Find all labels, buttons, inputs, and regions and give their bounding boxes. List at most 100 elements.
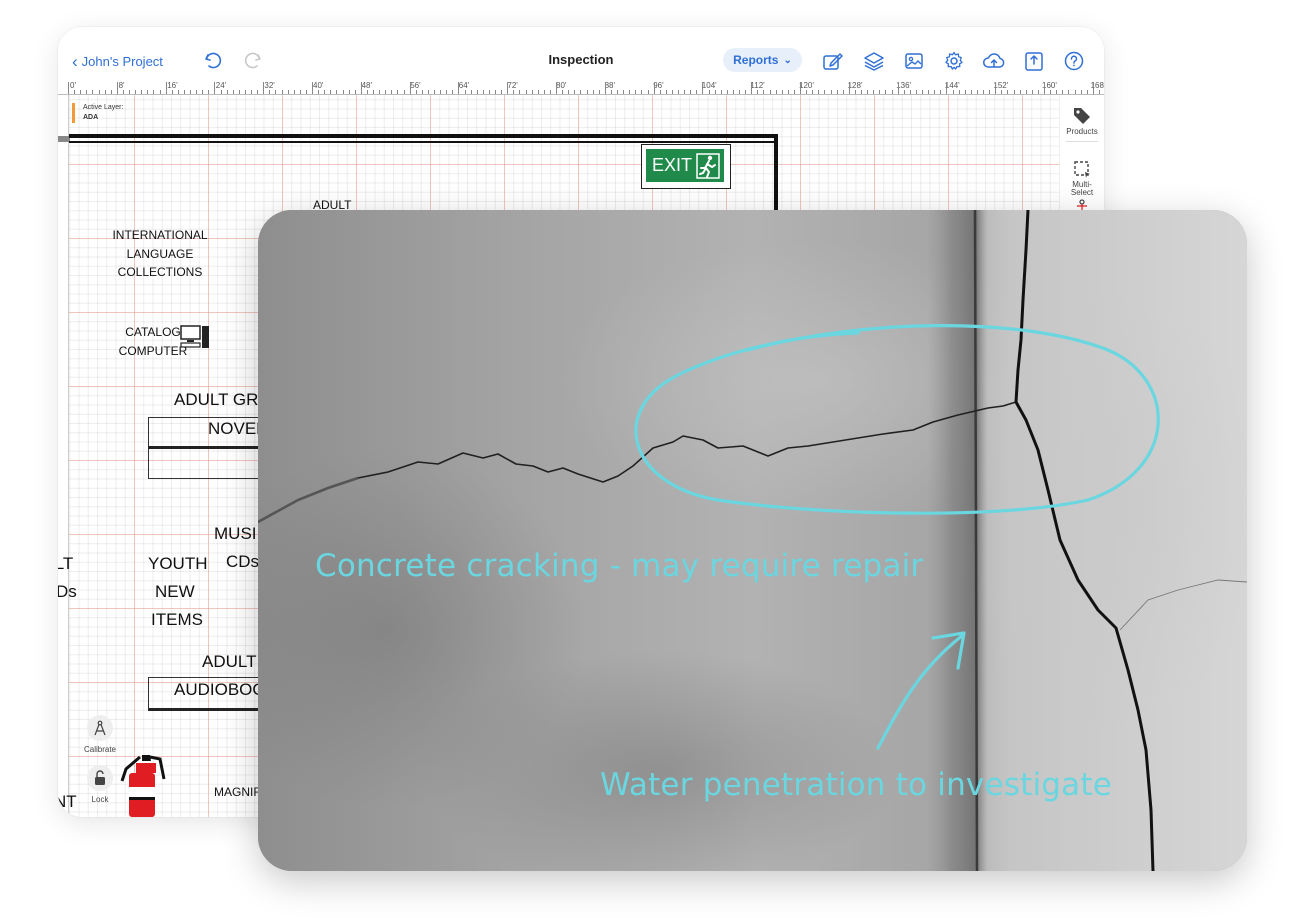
ruler-tick — [202, 90, 204, 94]
ruler-tick — [556, 82, 557, 94]
plan-label-audiobook[interactable]: AUDIOBOO — [174, 677, 266, 703]
annotation-concrete-cracking[interactable]: Concrete cracking - may require repair — [315, 548, 923, 584]
ruler-tick — [775, 90, 777, 94]
gear-icon[interactable] — [942, 49, 966, 73]
cloud-upload-icon[interactable] — [982, 49, 1006, 73]
lock-tool[interactable]: Lock — [82, 765, 118, 804]
plan-label-adult-mid[interactable]: ADULT — [202, 649, 256, 675]
plan-label-novel[interactable]: NOVEL — [208, 416, 266, 442]
ruler-tick — [165, 82, 167, 94]
ruler-tick — [592, 90, 594, 94]
plan-label-adult-graphic[interactable]: ADULT GRA — [174, 387, 270, 413]
plan-label-language-collections[interactable]: LANGUAGE COLLECTIONS — [88, 245, 232, 281]
layers-icon[interactable] — [862, 49, 886, 73]
ruler-tick — [842, 90, 844, 94]
calibrate-tool[interactable]: Calibrate — [82, 715, 118, 754]
share-icon[interactable] — [1022, 49, 1046, 73]
ruler-tick — [366, 90, 368, 94]
wall-top-inner — [69, 141, 774, 143]
plan-label-catalog[interactable]: CATALOG — [118, 323, 188, 341]
ruler-tick — [129, 90, 130, 94]
wall-right — [774, 134, 778, 214]
ruler-tick — [830, 90, 832, 94]
ruler-tick — [263, 82, 265, 94]
undo-icon[interactable] — [201, 49, 225, 73]
ruler-tick — [1086, 90, 1088, 94]
ruler-tick — [1007, 90, 1009, 94]
plan-label-music[interactable]: MUSI — [214, 521, 257, 547]
ruler-tick — [409, 82, 411, 94]
plan-label-new[interactable]: NEW — [155, 579, 195, 605]
ruler-tick — [598, 90, 600, 94]
plan-label-items[interactable]: ITEMS — [151, 607, 203, 633]
plan-label-computer[interactable]: COMPUTER — [118, 342, 188, 360]
ruler-tick — [220, 90, 222, 94]
ruler-tick — [659, 90, 661, 94]
ruler-tick — [104, 90, 106, 94]
ruler-tick — [763, 90, 765, 94]
ruler-tick — [190, 90, 191, 94]
ruler-tick — [196, 90, 198, 94]
ruler-tick — [464, 90, 466, 94]
plan-label-ult[interactable]: ILT — [58, 551, 73, 577]
multi-select-icon — [1074, 161, 1090, 178]
ruler-tick — [653, 82, 655, 94]
ruler-tick — [568, 90, 570, 94]
ruler-tick — [251, 90, 252, 94]
page-title: Inspection — [548, 52, 614, 67]
ruler-tick — [312, 82, 313, 94]
back-to-project-button[interactable]: ‹ John's Project — [72, 51, 163, 71]
ruler-tick — [714, 90, 716, 94]
ruler-tick — [458, 82, 460, 94]
compass-icon — [94, 720, 106, 736]
ruler-tick — [379, 90, 381, 94]
ruler-tick — [397, 90, 399, 94]
image-icon[interactable] — [902, 49, 926, 73]
plan-label-cds[interactable]: CDs — [226, 549, 259, 575]
horizontal-ruler[interactable]: 0' 8' 16' 24' 32' 40' 48' 56' 64' 72' 80' 88' 96' 104… — [58, 81, 1104, 95]
ruler-tick — [385, 90, 387, 94]
ruler-tick — [86, 90, 88, 94]
ruler-tick — [970, 90, 972, 94]
redo-icon[interactable] — [241, 49, 265, 73]
inspection-photo-card[interactable]: Concrete cracking - may require repair W… — [258, 210, 1247, 871]
ruler-tick — [781, 90, 783, 94]
plan-label-nt[interactable]: NT — [58, 789, 77, 815]
plan-label-youth[interactable]: YOUTH — [148, 551, 208, 577]
ruler-tick — [952, 90, 954, 94]
multi-select-tool[interactable]: Multi- Select — [1060, 151, 1104, 205]
ruler-tick — [678, 90, 679, 94]
ruler-label: 128' — [847, 81, 863, 90]
ruler-tick — [549, 90, 551, 94]
ruler-tick — [958, 90, 960, 94]
edit-icon[interactable] — [821, 49, 845, 73]
calibrate-label: Calibrate — [83, 745, 116, 754]
ruler-label: 24' — [215, 81, 227, 90]
exit-sign[interactable]: EXIT — [641, 144, 731, 189]
ruler-tick — [299, 90, 301, 94]
help-icon[interactable] — [1062, 49, 1086, 73]
vertical-ruler[interactable] — [58, 95, 69, 817]
ruler-tick — [470, 90, 472, 94]
ruler-tick — [995, 82, 997, 94]
reports-dropdown-button[interactable]: Reports ⌄ — [723, 48, 802, 72]
annotation-water-penetration[interactable]: Water penetration to investigate — [600, 767, 1112, 803]
active-layer-indicator[interactable]: Active Layer: ADA — [72, 103, 123, 123]
ruler-label: 112' — [750, 81, 765, 90]
ruler-tick — [281, 90, 283, 94]
ruler-tick — [74, 90, 76, 94]
computer-icon[interactable] — [180, 325, 210, 349]
plan-label-ds[interactable]: Ds — [58, 579, 77, 605]
ruler-tick — [861, 90, 862, 94]
ruler-tick — [903, 90, 905, 94]
products-tool[interactable]: Products — [1060, 105, 1104, 136]
ruler-tick — [824, 90, 826, 94]
ruler-tick — [232, 90, 234, 94]
ruler-tick — [336, 90, 338, 94]
ruler-tick — [915, 90, 917, 94]
ruler-tick — [909, 90, 911, 94]
fire-extinguisher-icon[interactable] — [120, 751, 166, 817]
plan-label-international[interactable]: INTERNATIONAL — [108, 226, 212, 244]
plan-label-magnif[interactable]: MAGNIF — [214, 783, 261, 801]
ruler-label: 8' — [118, 81, 125, 90]
